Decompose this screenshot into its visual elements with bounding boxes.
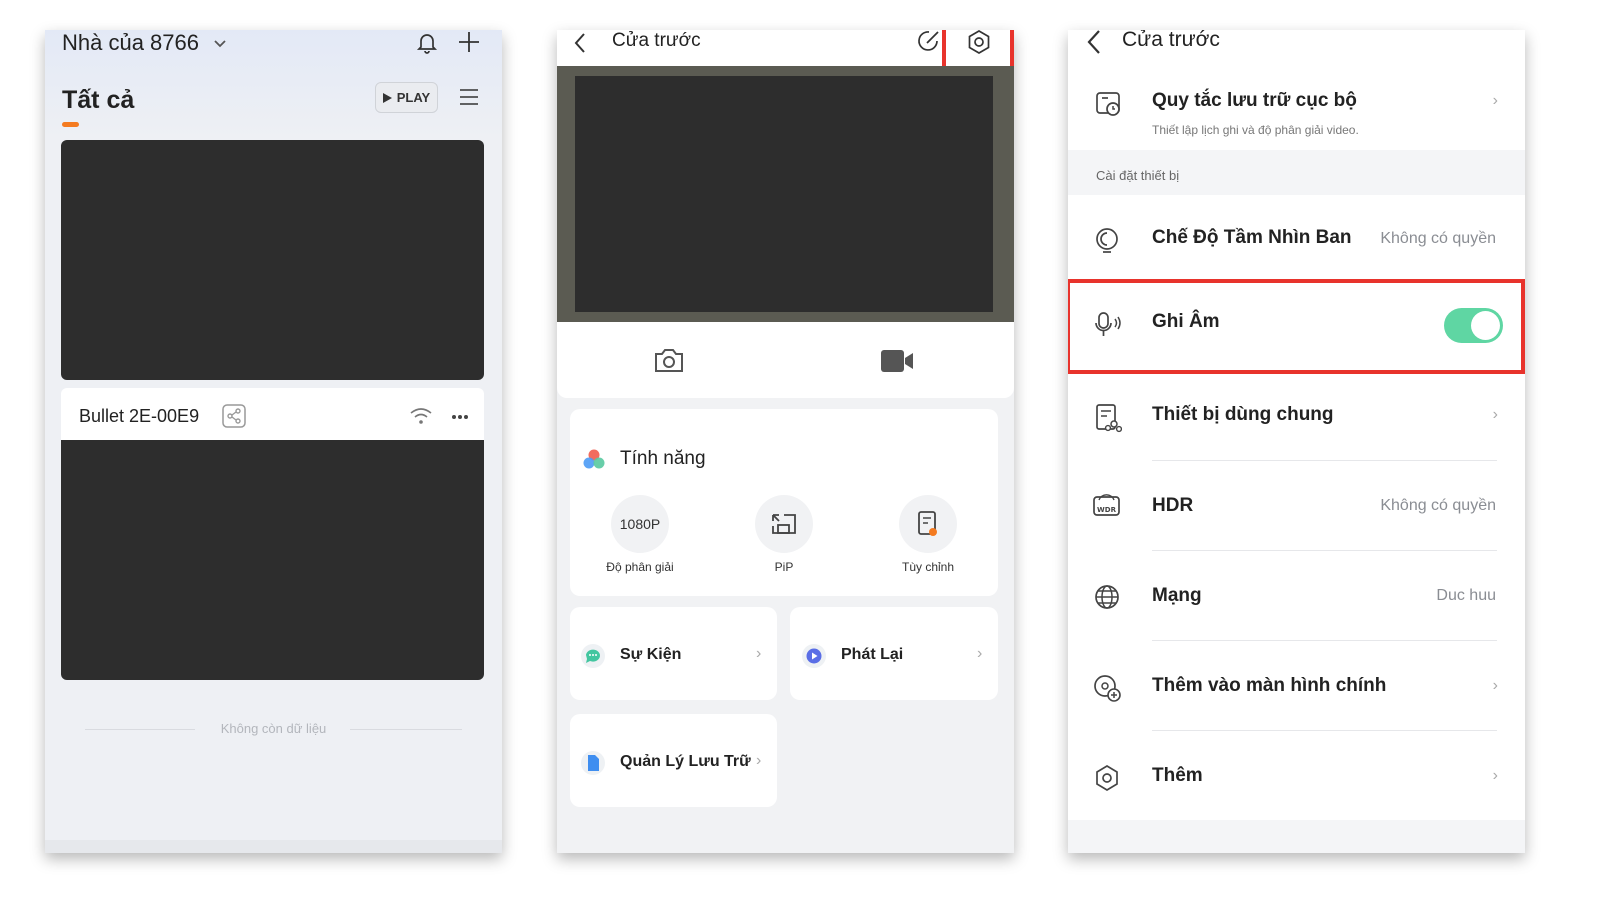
hdr-value[interactable]: Không có quyền bbox=[1380, 497, 1496, 515]
more-label: Thêm bbox=[1152, 765, 1203, 786]
page-title: Cửa trước bbox=[1122, 30, 1220, 51]
network-label: Mạng bbox=[1152, 585, 1202, 606]
resolution-button[interactable]: 1080P bbox=[611, 495, 669, 553]
chevron-right-icon: › bbox=[977, 645, 983, 662]
chevron-right-icon: › bbox=[1492, 406, 1498, 423]
tab-indicator bbox=[62, 122, 79, 127]
night-vision-label: Chế Độ Tầm Nhìn Ban bbox=[1152, 227, 1352, 248]
add-to-home-icon bbox=[1093, 674, 1123, 704]
storage-label: Quản Lý Lưu Trữ bbox=[620, 753, 751, 770]
shared-device-label: Thiết bị dùng chung bbox=[1152, 404, 1334, 425]
home-title: Nhà của 8766 bbox=[62, 30, 199, 55]
chevron-right-icon: › bbox=[756, 752, 762, 769]
no-more-data-text: Không còn dữ liệu bbox=[220, 721, 327, 736]
play-icon bbox=[382, 92, 392, 103]
pip-button[interactable] bbox=[755, 495, 813, 553]
storage-icon bbox=[580, 750, 606, 776]
divider bbox=[1152, 460, 1497, 461]
video-frame bbox=[575, 76, 993, 312]
record-audio-label: Ghi Âm bbox=[1152, 311, 1220, 332]
menu-icon[interactable] bbox=[459, 87, 479, 107]
network-value[interactable]: Duc huu bbox=[1436, 587, 1496, 605]
camera-preview[interactable] bbox=[61, 440, 484, 680]
hdr-icon: WDR bbox=[1092, 494, 1122, 520]
chevron-right-icon: › bbox=[1492, 92, 1498, 109]
chevron-right-icon: › bbox=[1492, 677, 1498, 694]
storage-rule-label: Quy tắc lưu trữ cục bộ bbox=[1152, 90, 1357, 111]
home-screen: Nhà của 8766 Tất cả PLAY Bullet 2E-00E9 … bbox=[45, 30, 502, 853]
page-title: Cửa trước bbox=[612, 30, 701, 51]
night-vision-value[interactable]: Không có quyền bbox=[1380, 230, 1496, 248]
storage-rule-icon bbox=[1094, 90, 1122, 118]
home-selector[interactable]: Nhà của 8766 bbox=[62, 30, 227, 56]
add-to-home-label: Thêm vào màn hình chính bbox=[1152, 675, 1387, 696]
control-bar bbox=[557, 322, 1014, 398]
hdr-label: HDR bbox=[1152, 495, 1194, 516]
chevron-down-icon bbox=[213, 39, 227, 49]
tab-all[interactable]: Tất cả bbox=[62, 86, 134, 115]
microphone-icon bbox=[1092, 311, 1124, 339]
back-icon[interactable] bbox=[573, 32, 587, 54]
camera-preview[interactable] bbox=[61, 140, 484, 380]
features-title: Tính năng bbox=[620, 448, 706, 469]
features-icon bbox=[582, 448, 606, 470]
settings-screen: Cửa trước Quy tắc lưu trữ cục bộ Thiết l… bbox=[1068, 30, 1525, 853]
back-icon[interactable] bbox=[1086, 30, 1102, 55]
play-label: PLAY bbox=[396, 90, 431, 105]
playback-label: Phát Lại bbox=[841, 646, 904, 663]
section-label: Cài đặt thiết bị bbox=[1096, 168, 1180, 183]
events-label: Sự Kiện bbox=[620, 646, 682, 663]
bell-icon[interactable] bbox=[415, 30, 439, 54]
globe-icon bbox=[1094, 584, 1120, 610]
divider bbox=[1152, 640, 1497, 641]
chevron-right-icon: › bbox=[756, 645, 762, 662]
camera-live-screen: Cửa trước Tính năng 1080P Độ phân giải P… bbox=[557, 30, 1014, 853]
camera-icon[interactable] bbox=[654, 347, 684, 373]
chevron-right-icon: › bbox=[1492, 767, 1498, 784]
edit-icon[interactable] bbox=[917, 30, 941, 53]
toggle-knob bbox=[1471, 311, 1500, 340]
events-icon bbox=[580, 643, 606, 669]
pip-icon bbox=[770, 512, 798, 536]
record-audio-toggle[interactable] bbox=[1444, 308, 1503, 343]
storage-rule-subtitle: Thiết lập lịch ghi và độ phân giải video… bbox=[1152, 123, 1359, 137]
resolution-label: Độ phân giải bbox=[606, 560, 674, 574]
divider bbox=[1152, 730, 1497, 731]
pip-label: PiP bbox=[774, 560, 794, 574]
add-icon[interactable] bbox=[457, 30, 481, 54]
customize-button[interactable] bbox=[899, 495, 957, 553]
customize-icon bbox=[916, 510, 940, 538]
wifi-icon bbox=[409, 407, 433, 425]
bottom-nav bbox=[45, 840, 502, 853]
more-settings-icon bbox=[1094, 764, 1120, 792]
svg-text:WDR: WDR bbox=[1097, 506, 1117, 514]
video-record-icon[interactable] bbox=[880, 349, 914, 373]
play-button[interactable]: PLAY bbox=[375, 82, 438, 113]
divider bbox=[1152, 550, 1497, 551]
playback-icon bbox=[801, 643, 827, 669]
customize-label: Tùy chỉnh bbox=[901, 560, 955, 574]
night-vision-icon bbox=[1094, 226, 1122, 254]
resolution-value: 1080P bbox=[619, 516, 661, 532]
device-name[interactable]: Bullet 2E-00E9 bbox=[79, 406, 199, 427]
shared-device-icon bbox=[1094, 403, 1122, 433]
storage-rule-row[interactable] bbox=[1068, 74, 1525, 150]
more-icon[interactable] bbox=[452, 415, 468, 419]
share-icon[interactable] bbox=[222, 404, 246, 428]
